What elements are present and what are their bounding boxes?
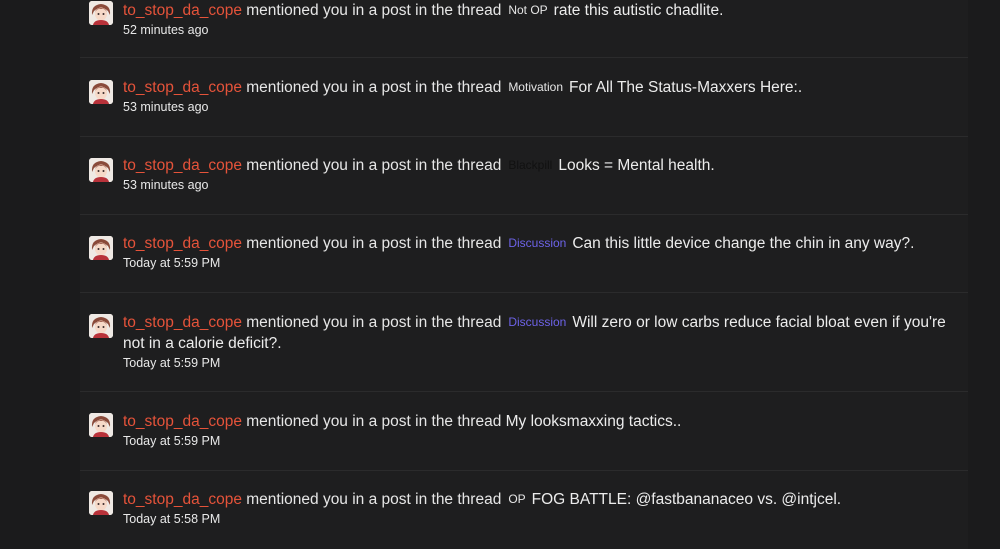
alert-timestamp: Today at 5:58 PM	[123, 512, 221, 526]
thread-prefix-label[interactable]: Blackpill	[508, 158, 552, 172]
alert-item[interactable]: to_stop_da_cope mentioned you in a post …	[80, 0, 968, 58]
alert-action-text: mentioned you in a post in the thread	[246, 413, 502, 430]
thread-title-link[interactable]: Looks = Mental health.	[558, 157, 714, 174]
thread-title-link[interactable]: FOG BATTLE: @fastbananaceo vs. @intjcel.	[532, 491, 841, 508]
alert-action-text: mentioned you in a post in the thread	[246, 2, 502, 19]
thread-title-link[interactable]: rate this autistic chadlite.	[554, 2, 724, 19]
alert-item[interactable]: to_stop_da_cope mentioned you in a post …	[80, 215, 968, 293]
alert-username[interactable]: to_stop_da_cope	[123, 314, 242, 331]
alert-username[interactable]: to_stop_da_cope	[123, 2, 242, 19]
thread-prefix-label[interactable]: Motivation	[508, 80, 563, 94]
avatar-icon[interactable]	[89, 491, 113, 515]
avatar-icon[interactable]	[89, 236, 113, 260]
alert-action-text: mentioned you in a post in the thread	[246, 491, 502, 508]
alert-timestamp: Today at 5:59 PM	[123, 256, 221, 270]
alert-item[interactable]: to_stop_da_cope mentioned you in a post …	[80, 58, 968, 137]
thread-title-link[interactable]: For All The Status-Maxxers Here:.	[569, 79, 802, 96]
alert-timestamp: 53 minutes ago	[123, 100, 209, 114]
alert-item[interactable]: to_stop_da_cope mentioned you in a post …	[80, 137, 968, 215]
alert-action-text: mentioned you in a post in the thread	[246, 235, 502, 252]
thread-prefix-label[interactable]: Not OP	[508, 3, 547, 17]
alert-username[interactable]: to_stop_da_cope	[123, 157, 242, 174]
avatar-icon[interactable]	[89, 314, 113, 338]
thread-title-link[interactable]: My looksmaxxing tactics..	[506, 413, 682, 430]
alert-item[interactable]: to_stop_da_cope mentioned you in a post …	[80, 471, 968, 549]
alert-item[interactable]: to_stop_da_cope mentioned you in a post …	[80, 293, 968, 392]
alert-action-text: mentioned you in a post in the thread	[246, 79, 502, 96]
alert-username[interactable]: to_stop_da_cope	[123, 491, 242, 508]
alert-timestamp: 53 minutes ago	[123, 178, 209, 192]
thread-prefix-label[interactable]: Discussion	[508, 315, 566, 329]
thread-prefix-label[interactable]: OP	[508, 492, 525, 506]
alert-timestamp: 52 minutes ago	[123, 23, 209, 37]
alert-timestamp: Today at 5:59 PM	[123, 434, 221, 448]
alert-username[interactable]: to_stop_da_cope	[123, 79, 242, 96]
alert-item[interactable]: to_stop_da_cope mentioned you in a post …	[80, 392, 968, 471]
alert-username[interactable]: to_stop_da_cope	[123, 235, 242, 252]
alert-username[interactable]: to_stop_da_cope	[123, 413, 242, 430]
thread-prefix-label[interactable]: Discussion	[508, 236, 566, 250]
avatar-icon[interactable]	[89, 158, 113, 182]
alert-action-text: mentioned you in a post in the thread	[246, 314, 502, 331]
alert-action-text: mentioned you in a post in the thread	[246, 157, 502, 174]
avatar-icon[interactable]	[89, 413, 113, 437]
alert-timestamp: Today at 5:59 PM	[123, 356, 221, 370]
thread-title-link[interactable]: Can this little device change the chin i…	[572, 235, 914, 252]
avatar-icon[interactable]	[89, 1, 113, 25]
avatar-icon[interactable]	[89, 80, 113, 104]
